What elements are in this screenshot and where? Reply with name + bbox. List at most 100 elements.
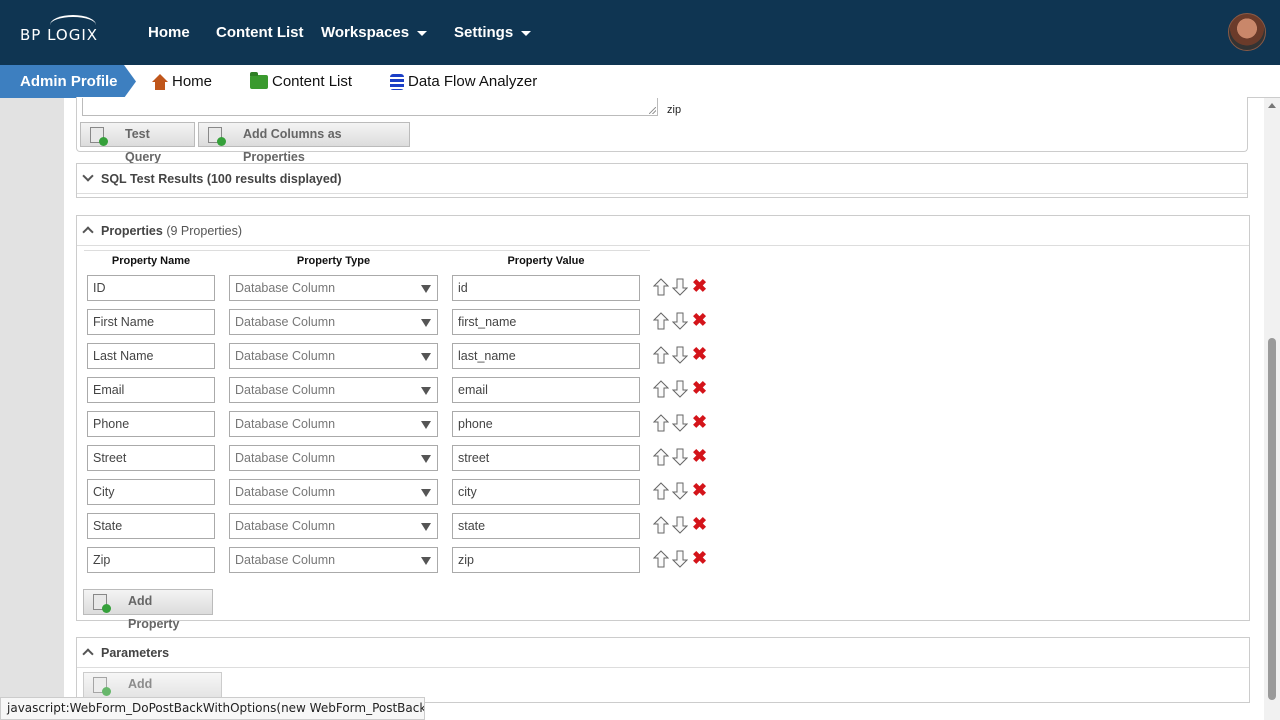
move-down-arrow-icon[interactable] bbox=[671, 516, 689, 534]
dropdown-arrow-icon bbox=[421, 353, 431, 361]
breadcrumb-admin-profile[interactable]: Admin Profile bbox=[0, 65, 136, 98]
properties-count: (9 Properties) bbox=[166, 224, 243, 238]
remove-property-icon[interactable]: ✖ bbox=[692, 412, 707, 432]
property-type-select[interactable]: Database Column bbox=[229, 547, 438, 573]
col-header-property-value: Property Value bbox=[507, 255, 585, 267]
sql-results-panel: SQL Test Results (100 results displayed) bbox=[76, 163, 1248, 198]
move-up-arrow-icon[interactable] bbox=[652, 550, 670, 568]
page-scrollbar[interactable] bbox=[1264, 98, 1280, 720]
property-name-input[interactable]: State bbox=[87, 513, 215, 539]
left-gutter bbox=[0, 98, 64, 720]
breadcrumb-content-list[interactable]: Content List bbox=[250, 71, 352, 90]
move-up-arrow-icon[interactable] bbox=[652, 414, 670, 432]
property-type-select[interactable]: Database Column bbox=[229, 513, 438, 539]
properties-header[interactable]: Properties (9 Properties) bbox=[77, 216, 1249, 246]
add-parameter-button[interactable]: Add Parameter bbox=[83, 672, 222, 714]
move-up-arrow-icon[interactable] bbox=[652, 346, 670, 364]
col-header-property-type: Property Type bbox=[296, 255, 371, 267]
property-row: Zip Database Column zip ✖ bbox=[87, 547, 717, 573]
move-down-arrow-icon[interactable] bbox=[671, 482, 689, 500]
property-value-input[interactable]: zip bbox=[452, 547, 640, 573]
move-down-arrow-icon[interactable] bbox=[671, 312, 689, 330]
property-type-value: Database Column bbox=[235, 485, 336, 499]
test-query-label: Test Query bbox=[125, 127, 162, 164]
move-down-arrow-icon[interactable] bbox=[671, 278, 689, 296]
move-down-arrow-icon[interactable] bbox=[671, 346, 689, 364]
property-value-input[interactable]: email bbox=[452, 377, 640, 403]
add-columns-button[interactable]: Add Columns as Properties bbox=[198, 122, 410, 164]
remove-property-icon[interactable]: ✖ bbox=[692, 276, 707, 296]
add-columns-icon bbox=[208, 127, 226, 146]
property-value-input[interactable]: street bbox=[452, 445, 640, 471]
property-type-select[interactable]: Database Column bbox=[229, 479, 438, 505]
property-value-input[interactable]: id bbox=[452, 275, 640, 301]
property-type-select[interactable]: Database Column bbox=[229, 377, 438, 403]
property-type-select[interactable]: Database Column bbox=[229, 309, 438, 335]
parameters-title: Parameters bbox=[101, 646, 170, 660]
property-name-input[interactable]: Street bbox=[87, 445, 215, 471]
move-down-arrow-icon[interactable] bbox=[671, 550, 689, 568]
property-name-input[interactable]: First Name bbox=[87, 309, 215, 335]
sql-results-header[interactable]: SQL Test Results (100 results displayed) bbox=[77, 164, 1247, 194]
nav-home[interactable]: Home bbox=[148, 24, 190, 41]
property-value-input[interactable]: state bbox=[452, 513, 640, 539]
nav-settings-label: Settings bbox=[454, 24, 514, 41]
property-value-input[interactable]: city bbox=[452, 479, 640, 505]
property-value-input[interactable]: phone bbox=[452, 411, 640, 437]
nav-content-list[interactable]: Content List bbox=[216, 24, 304, 41]
property-name-input[interactable]: Phone bbox=[87, 411, 215, 437]
move-up-arrow-icon[interactable] bbox=[652, 312, 670, 330]
test-query-button[interactable]: Test Query bbox=[80, 122, 195, 164]
remove-property-icon[interactable]: ✖ bbox=[692, 548, 707, 568]
breadcrumb-data-flow-analyzer[interactable]: Data Flow Analyzer bbox=[390, 73, 537, 90]
nav-workspaces[interactable]: Workspaces bbox=[321, 24, 428, 41]
chevron-up-icon bbox=[82, 648, 94, 660]
property-row: Last Name Database Column last_name ✖ bbox=[87, 343, 717, 369]
add-property-label: Add Property bbox=[128, 594, 180, 631]
property-name-input[interactable]: ID bbox=[87, 275, 215, 301]
property-type-value: Database Column bbox=[235, 417, 336, 431]
nav-settings[interactable]: Settings bbox=[454, 24, 532, 41]
move-down-arrow-icon[interactable] bbox=[671, 448, 689, 466]
property-type-value: Database Column bbox=[235, 315, 336, 329]
move-up-arrow-icon[interactable] bbox=[652, 278, 670, 296]
property-name-input[interactable]: Last Name bbox=[87, 343, 215, 369]
property-row: State Database Column state ✖ bbox=[87, 513, 717, 539]
breadcrumb: Admin Profile Home Content List Data Flo… bbox=[0, 65, 1280, 98]
property-value-input[interactable]: first_name bbox=[452, 309, 640, 335]
breadcrumb-home[interactable]: Home bbox=[152, 73, 212, 90]
remove-property-icon[interactable]: ✖ bbox=[692, 378, 707, 398]
sql-query-textarea[interactable] bbox=[82, 98, 658, 116]
remove-property-icon[interactable]: ✖ bbox=[692, 310, 707, 330]
property-type-select[interactable]: Database Column bbox=[229, 445, 438, 471]
move-up-arrow-icon[interactable] bbox=[652, 482, 670, 500]
property-type-select[interactable]: Database Column bbox=[229, 343, 438, 369]
move-up-arrow-icon[interactable] bbox=[652, 448, 670, 466]
add-property-button[interactable]: Add Property bbox=[83, 589, 213, 631]
move-down-arrow-icon[interactable] bbox=[671, 414, 689, 432]
property-row: ID Database Column id ✖ bbox=[87, 275, 717, 301]
dropdown-arrow-icon bbox=[421, 285, 431, 293]
property-type-select[interactable]: Database Column bbox=[229, 411, 438, 437]
remove-property-icon[interactable]: ✖ bbox=[692, 344, 707, 364]
move-down-arrow-icon[interactable] bbox=[671, 380, 689, 398]
remove-property-icon[interactable]: ✖ bbox=[692, 446, 707, 466]
parameters-header[interactable]: Parameters bbox=[77, 638, 1249, 668]
home-icon bbox=[152, 73, 168, 90]
remove-property-icon[interactable]: ✖ bbox=[692, 514, 707, 534]
property-name-input[interactable]: City bbox=[87, 479, 215, 505]
remove-property-icon[interactable]: ✖ bbox=[692, 480, 707, 500]
property-name-input[interactable]: Email bbox=[87, 377, 215, 403]
add-property-icon bbox=[93, 594, 111, 613]
scroll-up-arrow-icon[interactable] bbox=[1268, 103, 1276, 108]
property-type-value: Database Column bbox=[235, 349, 336, 363]
move-up-arrow-icon[interactable] bbox=[652, 380, 670, 398]
bp-logix-logo[interactable]: BP LOGIX bbox=[20, 15, 98, 44]
user-avatar[interactable] bbox=[1228, 13, 1266, 51]
property-type-select[interactable]: Database Column bbox=[229, 275, 438, 301]
property-value-input[interactable]: last_name bbox=[452, 343, 640, 369]
property-name-input[interactable]: Zip bbox=[87, 547, 215, 573]
scroll-thumb[interactable] bbox=[1268, 338, 1276, 700]
query-column-zip: zip bbox=[667, 104, 682, 116]
move-up-arrow-icon[interactable] bbox=[652, 516, 670, 534]
